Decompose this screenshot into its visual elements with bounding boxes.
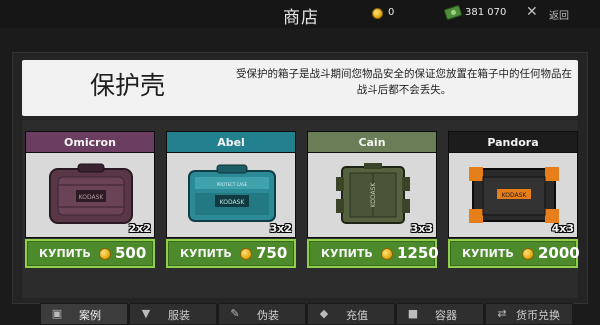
tab-currency-exchange[interactable]: ⇄ 货币兑换 bbox=[485, 303, 573, 325]
coin-icon bbox=[99, 248, 111, 260]
buy-label: КУПИТЬ bbox=[321, 247, 373, 260]
exchange-icon: ⇄ bbox=[497, 307, 507, 320]
case-icon: ▣ bbox=[51, 307, 63, 320]
case-size: 3x3 bbox=[410, 222, 433, 235]
case-price: 750 bbox=[256, 244, 288, 262]
shirt-icon: ▼ bbox=[141, 307, 151, 320]
svg-text:KODASK: KODASK bbox=[220, 199, 246, 206]
coin-balance: 0 bbox=[388, 7, 395, 18]
section-title: 保护壳 bbox=[90, 71, 166, 100]
coin-icon bbox=[372, 8, 383, 19]
case-card-pandora[interactable]: Pandora KODASK 4x3 КУПИТЬ 2000 bbox=[448, 131, 580, 268]
buy-label: КУПИТЬ bbox=[180, 247, 232, 260]
back-button[interactable]: 返回 bbox=[549, 7, 569, 22]
tab-label: 伪装 bbox=[257, 309, 279, 322]
close-icon[interactable]: ✕ bbox=[526, 4, 538, 20]
case-image-area: KODASK 4x3 bbox=[448, 153, 578, 238]
case-price: 1250 bbox=[397, 244, 439, 262]
coin-icon bbox=[522, 248, 534, 260]
case-card-abel[interactable]: Abel KODASK PROTECT CASE 3x2 КУПИТЬ 750 bbox=[166, 131, 296, 268]
tab-label: 货币兑换 bbox=[516, 309, 560, 322]
tab-label: 案例 bbox=[79, 309, 101, 322]
case-size: 3x2 bbox=[269, 222, 292, 235]
case-image-area: KODASK 2x2 bbox=[25, 153, 155, 238]
buy-button[interactable]: КУПИТЬ 500 bbox=[25, 239, 155, 268]
tab-clothing[interactable]: ▼ 服装 bbox=[129, 303, 217, 325]
brush-icon: ✎ bbox=[230, 307, 240, 320]
case-image-abel: KODASK PROTECT CASE bbox=[188, 164, 276, 222]
buy-button[interactable]: КУПИТЬ 1250 bbox=[307, 239, 439, 268]
buy-label: КУПИТЬ bbox=[462, 247, 514, 260]
box-icon: ■ bbox=[407, 307, 419, 320]
tab-label: 服装 bbox=[168, 309, 190, 322]
case-image-omicron: KODASK bbox=[49, 163, 133, 224]
case-name: Pandora bbox=[448, 131, 578, 153]
case-size: 2x2 bbox=[128, 222, 151, 235]
tab-label: 容器 bbox=[435, 309, 457, 322]
buy-button[interactable]: КУПИТЬ 750 bbox=[166, 239, 296, 268]
tab-camouflage[interactable]: ✎ 伪装 bbox=[218, 303, 306, 325]
coin-icon bbox=[240, 248, 252, 260]
case-card-cain[interactable]: Cain KODASK 3x3 КУПИТЬ 1250 bbox=[307, 131, 439, 268]
svg-text:KODASK: KODASK bbox=[370, 182, 377, 208]
section-description: 受保护的箱子是战斗期间您物品安全的保证您放置在箱子中的任何物品在战斗后都不会丢失… bbox=[236, 68, 572, 96]
buy-button[interactable]: КУПИТЬ 2000 bbox=[448, 239, 580, 268]
case-image-pandora: KODASK bbox=[469, 167, 559, 223]
case-name: Cain bbox=[307, 131, 437, 153]
tab-cases[interactable]: ▣ 案例 bbox=[40, 303, 128, 325]
case-price: 500 bbox=[115, 244, 147, 262]
svg-text:PROTECT CASE: PROTECT CASE bbox=[217, 182, 248, 187]
gem-icon: ◆ bbox=[319, 307, 329, 320]
case-price: 2000 bbox=[538, 244, 580, 262]
cash-balance: 381 070 bbox=[465, 7, 507, 18]
case-image-cain: KODASK bbox=[336, 163, 410, 224]
coin-icon bbox=[381, 248, 393, 260]
category-tabs: ▣ 案例 ▼ 服装 ✎ 伪装 ◆ 充值 ■ 容器 ⇄ 货币兑换 bbox=[40, 303, 573, 325]
tab-label: 充值 bbox=[346, 309, 368, 322]
case-card-omicron[interactable]: Omicron KODASK 2x2 КУПИТЬ 500 bbox=[25, 131, 155, 268]
case-size: 4x3 bbox=[551, 222, 574, 235]
tab-containers[interactable]: ■ 容器 bbox=[396, 303, 484, 325]
buy-label: КУПИТЬ bbox=[39, 247, 91, 260]
shop-title: 商店 bbox=[283, 8, 319, 28]
tab-recharge[interactable]: ◆ 充值 bbox=[307, 303, 395, 325]
svg-text:KODASK: KODASK bbox=[502, 192, 528, 199]
case-name: Omicron bbox=[25, 131, 155, 153]
case-name: Abel bbox=[166, 131, 296, 153]
case-image-area: KODASK PROTECT CASE 3x2 bbox=[166, 153, 296, 238]
svg-text:KODASK: KODASK bbox=[79, 194, 105, 201]
case-image-area: KODASK 3x3 bbox=[307, 153, 437, 238]
